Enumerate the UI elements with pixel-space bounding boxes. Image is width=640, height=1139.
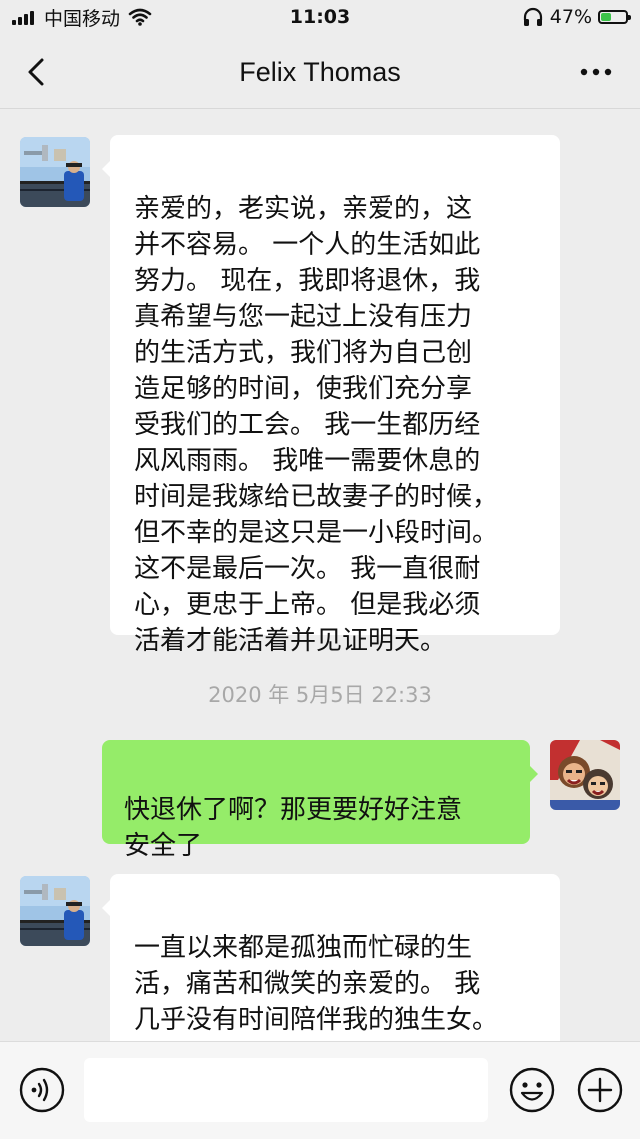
battery-percent: 47%	[549, 6, 592, 28]
voice-icon[interactable]	[18, 1066, 66, 1114]
contact-avatar-image	[20, 137, 90, 207]
status-right: 47%	[516, 5, 631, 29]
incoming-message-bubble[interactable]: 亲爱的，老实说，亲爱的，这 并不容易。 一个人的生活如此 努力。 现在，我即将退…	[102, 135, 560, 656]
message-timestamp: 2020 年 5月5日 22:33	[208, 683, 432, 707]
chat-input-bar	[0, 1041, 640, 1139]
battery-fill	[601, 13, 612, 21]
contact-avatar[interactable]	[20, 876, 90, 946]
message-text: 快退休了啊？那更要好好注意 安全了	[124, 795, 463, 861]
more-dots-icon[interactable]	[576, 60, 616, 84]
message-text: 一直以来都是孤独而忙碌的生 活，痛苦和微笑的亲爱的。 我 几乎没有时间陪伴我的独…	[134, 933, 499, 1035]
message-text: 亲爱的，老实说，亲爱的，这 并不容易。 一个人的生活如此 努力。 现在，我即将退…	[134, 194, 499, 656]
chat-title: Felix Thomas	[239, 57, 401, 87]
plus-circle-icon[interactable]	[576, 1066, 624, 1114]
contact-avatar[interactable]	[20, 137, 90, 207]
battery-tip	[628, 15, 631, 20]
emoji-icon[interactable]	[508, 1066, 556, 1114]
chat-message-list[interactable]: 亲爱的，老实说，亲爱的，这 并不容易。 一个人的生活如此 努力。 现在，我即将退…	[0, 109, 640, 1041]
status-bar: 中国移动 11:03 47%	[0, 0, 640, 36]
my-avatar-image	[550, 740, 620, 810]
outgoing-message-bubble[interactable]: 快退休了啊？那更要好好注意 安全了	[102, 740, 538, 861]
battery-icon	[598, 10, 631, 24]
chevron-left-icon[interactable]	[18, 52, 58, 92]
my-avatar[interactable]	[550, 740, 620, 810]
incoming-message-bubble[interactable]: 一直以来都是孤独而忙碌的生 活，痛苦和微笑的亲爱的。 我 几乎没有时间陪伴我的独…	[102, 874, 560, 1041]
chat-header: Felix Thomas	[0, 36, 640, 109]
contact-avatar-image	[20, 876, 90, 946]
headphones-icon	[523, 7, 542, 26]
message-input[interactable]	[84, 1058, 488, 1122]
